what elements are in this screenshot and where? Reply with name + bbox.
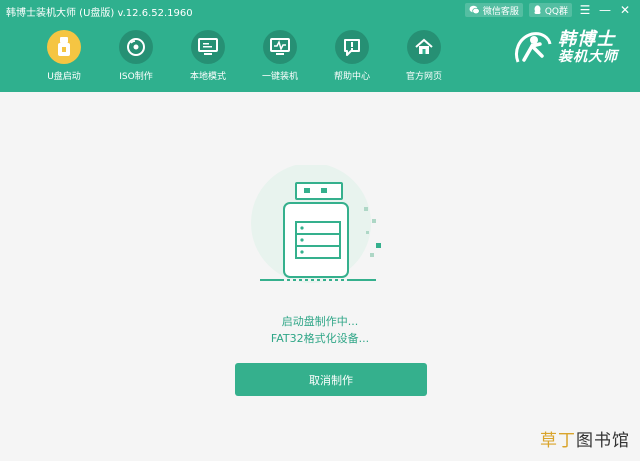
nav-icon-circle (191, 30, 225, 64)
usb-icon (58, 37, 70, 56)
nav-item-local-mode[interactable]: 本地模式 (172, 30, 244, 82)
nav-label: 本地模式 (189, 72, 226, 82)
brand-text: 韩博士 装机大师 (558, 29, 618, 66)
wechat-service-button[interactable]: 微信客服 (464, 3, 523, 17)
nav-label: 官方网页 (405, 72, 442, 82)
status-text-main: 启动盘制作中... (281, 315, 359, 328)
pulse-monitor-icon (270, 38, 290, 55)
nav-icon-circle (47, 30, 81, 64)
brand-line2: 装机大师 (558, 49, 618, 66)
wechat-label: 微信客服 (482, 6, 519, 17)
nav-label: ISO制作 (119, 72, 153, 82)
title-bar-controls: 微信客服 QQ群 ☰ — ✕ (464, 3, 632, 17)
watermark: 草丁图书馆 (540, 426, 630, 451)
nav-item-help-center[interactable]: 帮助中心 (316, 30, 388, 82)
help-icon (344, 39, 360, 56)
qq-group-button[interactable]: QQ群 (528, 3, 572, 17)
cancel-button[interactable]: 取消制作 (235, 363, 427, 396)
wechat-icon (469, 5, 480, 15)
main-nav: U盘启动 ISO制作 本地模式 一键装机 帮助中心 官方网页 (28, 30, 460, 82)
nav-item-official-site[interactable]: 官方网页 (388, 30, 460, 82)
window-title: 韩博士装机大师 (U盘版) v.12.6.52.1960 (6, 8, 193, 19)
home-icon (415, 38, 433, 54)
nav-icon-circle (335, 30, 369, 64)
nav-label: 帮助中心 (333, 72, 370, 82)
menu-button[interactable]: ☰ (578, 3, 592, 17)
brand-line1: 韩博士 (558, 29, 615, 51)
nav-label: 一键装机 (261, 72, 298, 82)
close-button[interactable]: ✕ (618, 3, 632, 17)
minimize-button[interactable]: — (598, 3, 612, 17)
nav-item-usb-boot[interactable]: U盘启动 (28, 30, 100, 82)
nav-label: U盘启动 (47, 72, 81, 82)
qq-label: QQ群 (544, 6, 568, 17)
watermark-part2: 图书馆 (576, 431, 630, 451)
nav-icon-circle (263, 30, 297, 64)
monitor-icon (198, 38, 218, 55)
nav-icon-circle (119, 30, 153, 64)
status-text-detail: FAT32格式化设备... (270, 332, 370, 345)
watermark-part1: 草丁 (540, 431, 576, 451)
disc-icon (127, 38, 145, 56)
qq-icon (534, 5, 541, 14)
nav-item-iso[interactable]: ISO制作 (100, 30, 172, 82)
nav-icon-circle (407, 30, 441, 64)
nav-item-one-click-install[interactable]: 一键装机 (244, 30, 316, 82)
brand-logo-icon (515, 32, 552, 63)
brand-logo: 韩博士 装机大师 (512, 30, 618, 66)
usb-drive-illustration (251, 165, 381, 283)
app-header: 韩博士装机大师 (U盘版) v.12.6.52.1960 微信客服 QQ群 ☰ … (0, 0, 640, 92)
